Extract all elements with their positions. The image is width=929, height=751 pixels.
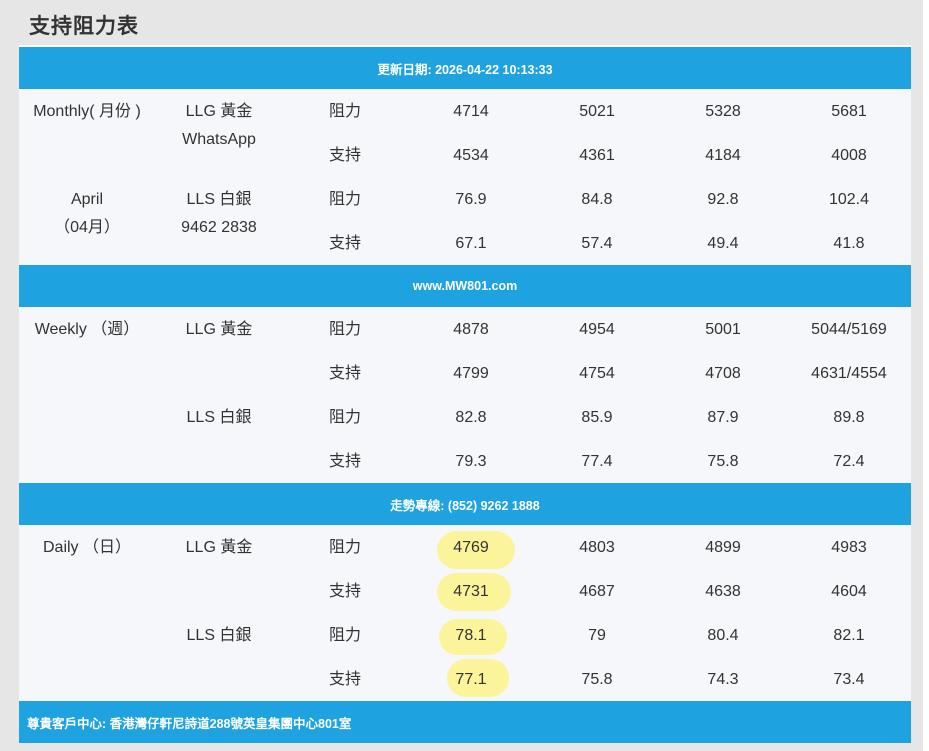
weekly-llg-name: LLG 黃金 — [185, 321, 253, 338]
website-band: www.MW801.com — [19, 265, 911, 307]
value-cell: 4983 — [831, 539, 867, 556]
value-cell: 77.1 — [455, 671, 487, 688]
value-cell: 5328 — [705, 103, 741, 120]
value-cell: 76.9 — [455, 191, 487, 208]
value-cell: 41.8 — [833, 235, 865, 252]
value-cell: 4754 — [579, 365, 615, 382]
value-cell: 89.8 — [833, 409, 865, 426]
value-cell: 75.8 — [707, 453, 739, 470]
monthly-month-label: April — [70, 191, 103, 208]
weekly-period-label: Weekly （週） — [34, 321, 140, 338]
table-panel: 支持阻力表 更新日期: 2026-04-22 10:13:33 www.MW80… — [0, 0, 929, 751]
value-cell: 4878 — [453, 321, 489, 338]
value-cell: 5001 — [705, 321, 741, 338]
row-type-label: 阻力 — [328, 321, 361, 338]
value-cell: 4731 — [453, 583, 489, 600]
value-cell: 78.1 — [455, 627, 487, 644]
value-cell: 4534 — [453, 147, 489, 164]
row-type-label: 阻力 — [328, 627, 361, 644]
value-cell: 102.4 — [828, 191, 870, 208]
whatsapp-label: WhatsApp — [182, 131, 256, 148]
daily-lls-name: LLS 白銀 — [186, 627, 252, 644]
daily-period-label: Daily （日） — [42, 539, 131, 556]
row-type-label: 支持 — [328, 365, 361, 382]
update-date-band: 更新日期: 2026-04-22 10:13:33 — [19, 47, 911, 89]
value-cell: 80.4 — [707, 627, 739, 644]
value-cell: 92.8 — [707, 191, 739, 208]
value-cell: 84.8 — [581, 191, 613, 208]
row-type-label: 支持 — [328, 235, 361, 252]
value-cell: 85.9 — [581, 409, 613, 426]
value-cell: 4803 — [579, 539, 615, 556]
value-cell: 4361 — [579, 147, 615, 164]
row-type-label: 阻力 — [328, 409, 361, 426]
value-cell: 75.8 — [581, 671, 613, 688]
value-cell: 4638 — [705, 583, 741, 600]
value-cell: 74.3 — [707, 671, 739, 688]
row-type-label: 阻力 — [328, 539, 361, 556]
daily-llg-name: LLG 黃金 — [185, 539, 253, 556]
monthly-llg-name: LLG 黃金 — [185, 103, 253, 120]
value-cell: 49.4 — [707, 235, 739, 252]
row-type-label: 阻力 — [328, 191, 361, 208]
row-type-label: 支持 — [328, 671, 361, 688]
monthly-period-label: Monthly( 月份 ) — [33, 103, 141, 120]
value-cell: 4714 — [453, 103, 489, 120]
value-cell: 77.4 — [581, 453, 613, 470]
value-cell: 4708 — [705, 365, 741, 382]
value-cell: 4769 — [453, 539, 489, 556]
value-cell: 4008 — [831, 147, 867, 164]
value-cell: 79 — [588, 627, 606, 644]
value-cell: 82.1 — [833, 627, 865, 644]
value-cell: 4687 — [579, 583, 615, 600]
monthly-lls-name: LLS 白銀 — [186, 191, 252, 208]
hotline-band: 走勢專線: (852) 9262 1888 — [19, 483, 911, 525]
row-type-label: 支持 — [328, 453, 361, 470]
monthly-month-sub: （04月） — [54, 219, 120, 236]
value-cell: 72.4 — [833, 453, 865, 470]
value-cell: 5021 — [579, 103, 615, 120]
value-cell: 4799 — [453, 365, 489, 382]
value-cell: 73.4 — [833, 671, 865, 688]
value-cell: 87.9 — [707, 409, 739, 426]
value-cell: 5044/5169 — [811, 321, 887, 338]
address-band: 尊貴客戶中心: 香港灣仔軒尼詩道288號英皇集團中心801室 — [19, 701, 911, 743]
value-cell: 79.3 — [455, 453, 487, 470]
row-type-label: 支持 — [328, 147, 361, 164]
value-cell: 4184 — [705, 147, 741, 164]
value-cell: 67.1 — [455, 235, 487, 252]
row-type-label: 阻力 — [328, 103, 361, 120]
value-cell: 4899 — [705, 539, 741, 556]
value-cell: 4604 — [831, 583, 867, 600]
value-cell: 4954 — [579, 321, 615, 338]
weekly-lls-name: LLS 白銀 — [186, 409, 252, 426]
value-cell: 5681 — [831, 103, 867, 120]
row-type-label: 支持 — [328, 583, 361, 600]
value-cell: 4631/4554 — [811, 365, 887, 382]
page-title: 支持阻力表 — [29, 15, 139, 38]
value-cell: 57.4 — [581, 235, 613, 252]
support-resistance-table: 更新日期: 2026-04-22 10:13:33 www.MW801.com … — [19, 45, 911, 743]
whatsapp-number: 9462 2838 — [181, 219, 257, 236]
value-cell: 82.8 — [455, 409, 487, 426]
